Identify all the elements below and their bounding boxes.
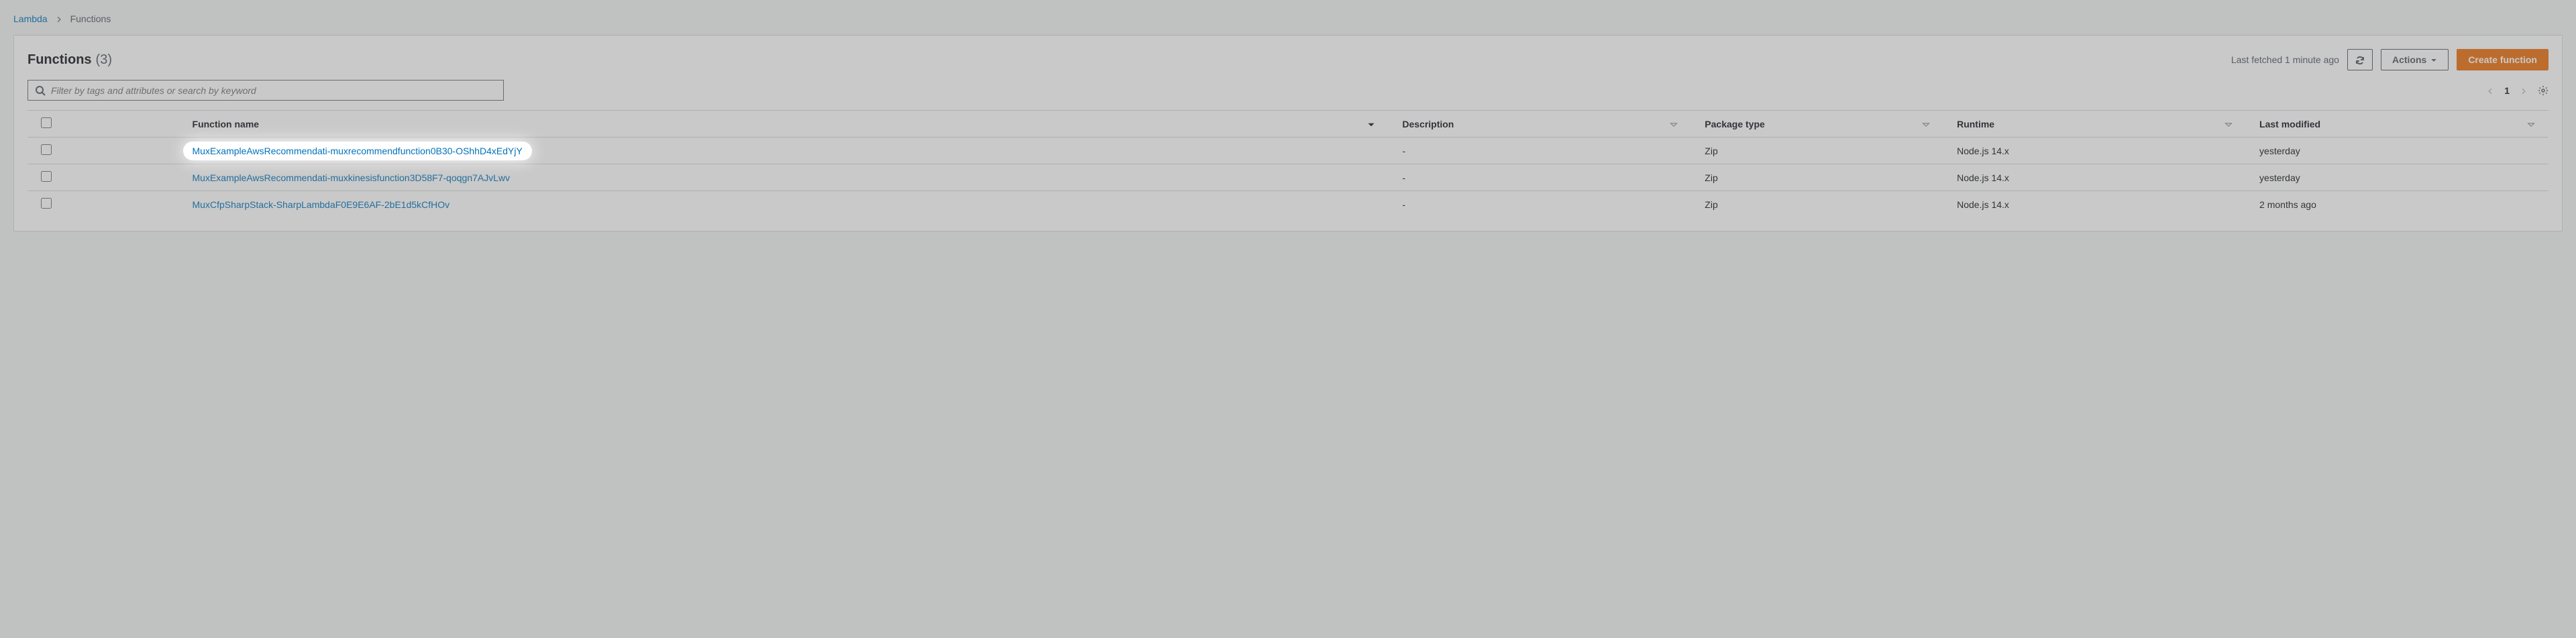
column-package-label: Package type (1705, 119, 1765, 129)
column-header-modified[interactable]: Last modified (2246, 111, 2548, 138)
cell-description: - (1389, 138, 1691, 164)
filter-row: 1 (28, 80, 2548, 101)
prev-page-button[interactable] (2487, 85, 2493, 96)
functions-table: Function name Description Package type (28, 110, 2548, 217)
cell-package: Zip (1691, 138, 1943, 164)
chevron-right-icon (56, 13, 62, 24)
cell-description: - (1389, 164, 1691, 191)
row-checkbox[interactable] (41, 198, 52, 209)
cell-runtime: Node.js 14.x (1943, 138, 2246, 164)
page-number: 1 (2504, 85, 2510, 96)
last-fetched-text: Last fetched 1 minute ago (2231, 54, 2339, 65)
cell-modified: yesterday (2246, 138, 2548, 164)
pagination: 1 (2487, 85, 2548, 96)
functions-panel: Functions (3) Last fetched 1 minute ago … (13, 35, 2563, 231)
row-checkbox[interactable] (41, 144, 52, 155)
breadcrumb-root[interactable]: Lambda (13, 13, 48, 24)
panel-header: Functions (3) Last fetched 1 minute ago … (28, 49, 2548, 70)
search-input[interactable] (51, 85, 496, 96)
cell-package: Zip (1691, 191, 1943, 218)
refresh-icon (2355, 54, 2365, 65)
search-box[interactable] (28, 80, 504, 101)
filter-icon (2224, 119, 2233, 129)
cell-runtime: Node.js 14.x (1943, 191, 2246, 218)
column-name-label: Function name (193, 119, 260, 129)
column-header-package[interactable]: Package type (1691, 111, 1943, 138)
filter-icon (1922, 119, 1930, 129)
sort-desc-icon (1367, 119, 1375, 129)
breadcrumb-current: Functions (70, 13, 111, 24)
column-header-description[interactable]: Description (1389, 111, 1691, 138)
cell-runtime: Node.js 14.x (1943, 164, 2246, 191)
column-description-label: Description (1402, 119, 1454, 129)
column-header-runtime[interactable]: Runtime (1943, 111, 2246, 138)
function-count: (3) (96, 52, 112, 68)
filter-icon (1670, 119, 1678, 129)
column-modified-label: Last modified (2259, 119, 2320, 129)
create-function-button[interactable]: Create function (2457, 49, 2548, 70)
function-link[interactable]: MuxExampleAwsRecommendati-muxkinesisfunc… (193, 172, 511, 183)
function-link[interactable]: MuxExampleAwsRecommendati-muxrecommendfu… (193, 146, 523, 156)
page-title: Functions (28, 52, 92, 68)
actions-label: Actions (2392, 54, 2426, 65)
column-header-name[interactable]: Function name (179, 111, 1389, 138)
select-all-checkbox[interactable] (41, 117, 52, 128)
column-runtime-label: Runtime (1957, 119, 1994, 129)
next-page-button[interactable] (2520, 85, 2527, 96)
cell-modified: 2 months ago (2246, 191, 2548, 218)
cell-modified: yesterday (2246, 164, 2548, 191)
breadcrumb: Lambda Functions (13, 13, 2563, 24)
row-checkbox[interactable] (41, 171, 52, 182)
table-row: MuxCfpSharpStack-SharpLambdaF0E9E6AF-2bE… (28, 191, 2548, 218)
function-link[interactable]: MuxCfpSharpStack-SharpLambdaF0E9E6AF-2bE… (193, 199, 450, 210)
cell-description: - (1389, 191, 1691, 218)
filter-icon (2527, 119, 2535, 129)
actions-dropdown[interactable]: Actions (2381, 49, 2449, 70)
refresh-button[interactable] (2347, 49, 2373, 70)
table-row: MuxExampleAwsRecommendati-muxkinesisfunc… (28, 164, 2548, 191)
caret-down-icon (2430, 54, 2437, 65)
cell-package: Zip (1691, 164, 1943, 191)
search-icon (35, 85, 46, 96)
settings-button[interactable] (2538, 85, 2548, 96)
table-row: MuxExampleAwsRecommendati-muxrecommendfu… (28, 138, 2548, 164)
